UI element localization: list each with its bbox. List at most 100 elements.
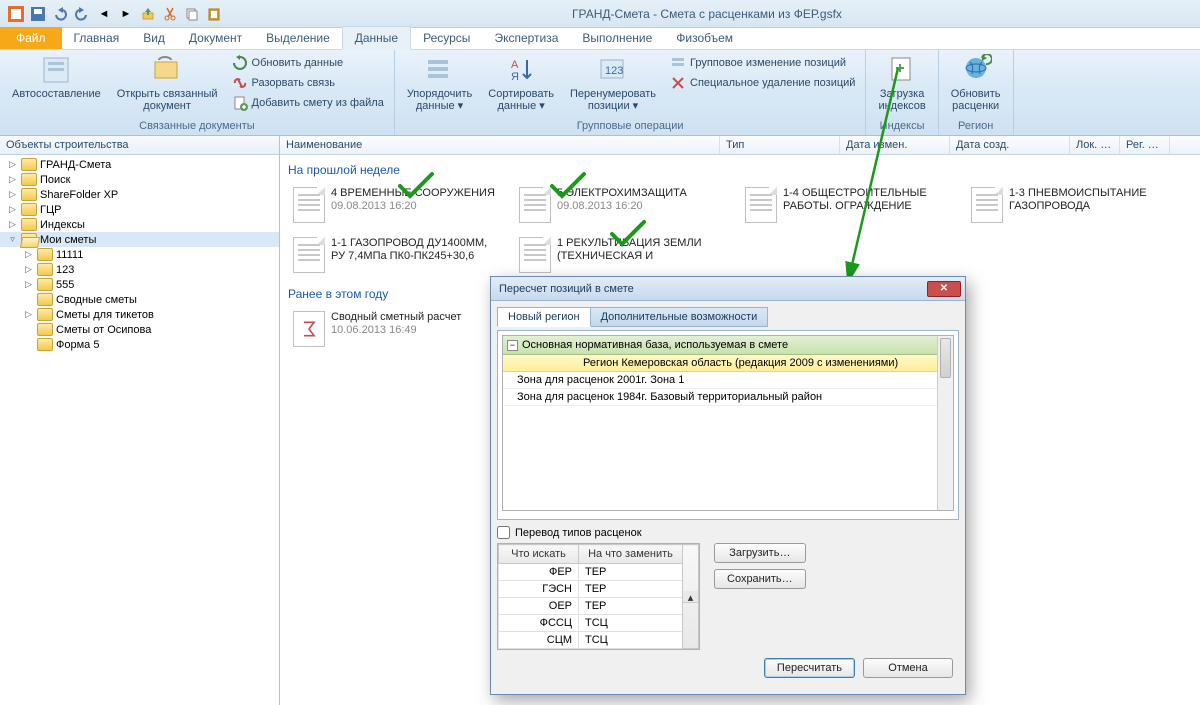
tab-document[interactable]: Документ [177, 27, 254, 49]
undo-icon[interactable] [52, 6, 68, 22]
cut-icon[interactable] [162, 6, 178, 22]
up-icon[interactable] [140, 6, 156, 22]
expand-icon[interactable]: ▿ [7, 234, 18, 245]
column-header[interactable]: Рег. … [1120, 136, 1170, 154]
expand-icon[interactable]: ▷ [7, 174, 18, 185]
tree-item[interactable]: ▷ Индексы [0, 217, 279, 232]
btn-refresh-data[interactable]: Обновить данные [228, 54, 388, 72]
forward-icon[interactable]: ► [118, 6, 134, 22]
save-icon[interactable] [30, 6, 46, 22]
tab-expertise[interactable]: Экспертиза [482, 27, 570, 49]
expand-icon[interactable]: ▷ [7, 189, 18, 200]
column-header[interactable]: Наименование [280, 136, 720, 154]
tab-new-region[interactable]: Новый регион [497, 307, 591, 327]
doc-date: 09.08.2013 16:20 [557, 200, 727, 212]
db-zone-row[interactable]: Зона для расценок 2001г. Зона 1 [503, 372, 953, 389]
scrollbar[interactable] [937, 336, 953, 510]
tree-item[interactable]: ▷ 123 [0, 262, 279, 277]
tab-execution[interactable]: Выполнение [570, 27, 664, 49]
tab-main[interactable]: Главная [62, 27, 132, 49]
expand-icon[interactable]: ▷ [7, 159, 18, 170]
tree-item[interactable]: ▷ Поиск [0, 172, 279, 187]
btn-autocompose[interactable]: Автосоставление [6, 52, 107, 102]
db-grid[interactable]: −Основная нормативная база, используемая… [502, 335, 954, 511]
expand-icon[interactable]: ▷ [7, 219, 18, 230]
btn-sort[interactable]: AЯ Сортироватьданные ▾ [482, 52, 560, 114]
tree-item[interactable]: Форма 5 [0, 337, 279, 352]
btn-add-from-file[interactable]: Добавить смету из файла [228, 94, 388, 112]
doc-date: 09.08.2013 16:20 [331, 200, 501, 212]
quick-access-toolbar: ◄ ► [8, 6, 222, 22]
mapping-table[interactable]: Что искатьНа что заменить▴ ФЕРТЕР ГЭСНТЕ… [497, 543, 700, 650]
btn-break-link[interactable]: Разорвать связь [228, 74, 388, 92]
tab-data[interactable]: Данные [342, 26, 411, 50]
db-region-row[interactable]: Регион Кемеровская область (редакция 200… [503, 355, 953, 372]
tree[interactable]: ▷ ГРАНД-Смета ▷ Поиск ▷ ShareFolder XP ▷… [0, 155, 279, 705]
document-item[interactable]: 1-1 ГАЗОПРОВОД ДУ1400ММ, РУ 7,4МПа ПК0-П… [288, 233, 506, 277]
tree-item[interactable]: ▷ ShareFolder XP [0, 187, 279, 202]
tree-item[interactable]: ▷ ГЦР [0, 202, 279, 217]
folder-icon [21, 158, 37, 171]
recalc-dialog: Пересчет позиций в смете ✕ Новый регион … [490, 276, 966, 695]
tree-item[interactable]: ▷ 11111 [0, 247, 279, 262]
expand-icon[interactable] [23, 324, 34, 335]
tree-item[interactable]: ▿ Мои сметы [0, 232, 279, 247]
document-item[interactable]: 5 ЭЛЕКТРОХИМЗАЩИТА09.08.2013 16:20 [514, 183, 732, 227]
tree-item[interactable]: ▷ ГРАНД-Смета [0, 157, 279, 172]
sidebar: Объекты строительства ▷ ГРАНД-Смета ▷ По… [0, 136, 280, 705]
btn-load-index[interactable]: Загрузкаиндексов [872, 52, 931, 114]
close-icon[interactable]: ✕ [927, 281, 961, 297]
document-item[interactable]: 1 РЕКУЛЬТИВАЦИЯ ЗЕМЛИ (ТЕХНИЧЕСКАЯ И БИО… [514, 233, 732, 277]
btn-arrange[interactable]: Упорядочитьданные ▾ [401, 52, 478, 114]
expand-icon[interactable]: ▷ [23, 264, 34, 275]
document-item[interactable]: 4 ВРЕМЕННЫЕ СООРУЖЕНИЯ09.08.2013 16:20 [288, 183, 506, 227]
expand-icon[interactable] [23, 294, 34, 305]
dialog-titlebar[interactable]: Пересчет позиций в смете ✕ [491, 277, 965, 301]
expand-icon[interactable]: ▷ [23, 309, 34, 320]
expand-icon[interactable] [23, 339, 34, 350]
tree-item[interactable]: Сметы от Осипова [0, 322, 279, 337]
column-header[interactable]: Дата созд. [950, 136, 1070, 154]
back-icon[interactable]: ◄ [96, 6, 112, 22]
document-icon [293, 237, 325, 273]
btn-save[interactable]: Сохранить… [714, 569, 806, 589]
chk-translate-types[interactable] [497, 526, 510, 539]
db-zone-row[interactable]: Зона для расценок 1984г. Базовый террито… [503, 389, 953, 406]
sidebar-header: Объекты строительства [0, 136, 279, 155]
tab-view[interactable]: Вид [131, 27, 177, 49]
tree-item[interactable]: Сводные сметы [0, 292, 279, 307]
document-item[interactable]: Сводный сметный расчет10.06.2013 16:49 [288, 307, 506, 351]
tree-item[interactable]: ▷ 555 [0, 277, 279, 292]
tab-resources[interactable]: Ресурсы [411, 27, 482, 49]
expand-icon[interactable]: ▷ [23, 249, 34, 260]
btn-load[interactable]: Загрузить… [714, 543, 806, 563]
btn-renumber[interactable]: 123 Перенумероватьпозиции ▾ [564, 52, 662, 114]
copy-icon[interactable] [184, 6, 200, 22]
tab-extra[interactable]: Дополнительные возможности [590, 307, 769, 327]
folder-icon [37, 338, 53, 351]
paste-icon[interactable] [206, 6, 222, 22]
document-item[interactable]: 1-4 ОБЩЕСТРОИТЕЛЬНЫЕ РАБОТЫ. ОГРАЖДЕНИЕ … [740, 183, 958, 227]
app-icon [8, 6, 24, 22]
btn-special-delete[interactable]: Специальное удаление позиций [666, 74, 859, 92]
tab-selection[interactable]: Выделение [254, 27, 342, 49]
tab-file[interactable]: Файл [0, 27, 62, 49]
column-header[interactable]: Тип [720, 136, 840, 154]
btn-group-edit[interactable]: Групповое изменение позиций [666, 54, 859, 72]
btn-open-linked[interactable]: Открыть связанныйдокумент [111, 52, 224, 114]
redo-icon[interactable] [74, 6, 90, 22]
tab-volume[interactable]: Физобъем [664, 27, 745, 49]
btn-recalc[interactable]: Пересчитать [764, 658, 855, 678]
expand-icon[interactable]: ▷ [23, 279, 34, 290]
tree-item[interactable]: ▷ Сметы для тикетов [0, 307, 279, 322]
btn-cancel[interactable]: Отмена [863, 658, 953, 678]
expand-icon[interactable]: ▷ [7, 204, 18, 215]
column-header[interactable]: Дата измен. [840, 136, 950, 154]
folder-icon [21, 233, 37, 246]
btn-update-rates[interactable]: Обновитьрасценки [945, 52, 1007, 114]
column-header[interactable]: Лок. … [1070, 136, 1120, 154]
tree-label: Форма 5 [56, 339, 99, 351]
document-item[interactable]: 1-3 ПНЕВМОИСПЫТАНИЕ ГАЗОПРОВОДА ДУ1400,Р… [966, 183, 1184, 227]
collapse-icon[interactable]: − [507, 340, 518, 351]
folder-icon [37, 293, 53, 306]
